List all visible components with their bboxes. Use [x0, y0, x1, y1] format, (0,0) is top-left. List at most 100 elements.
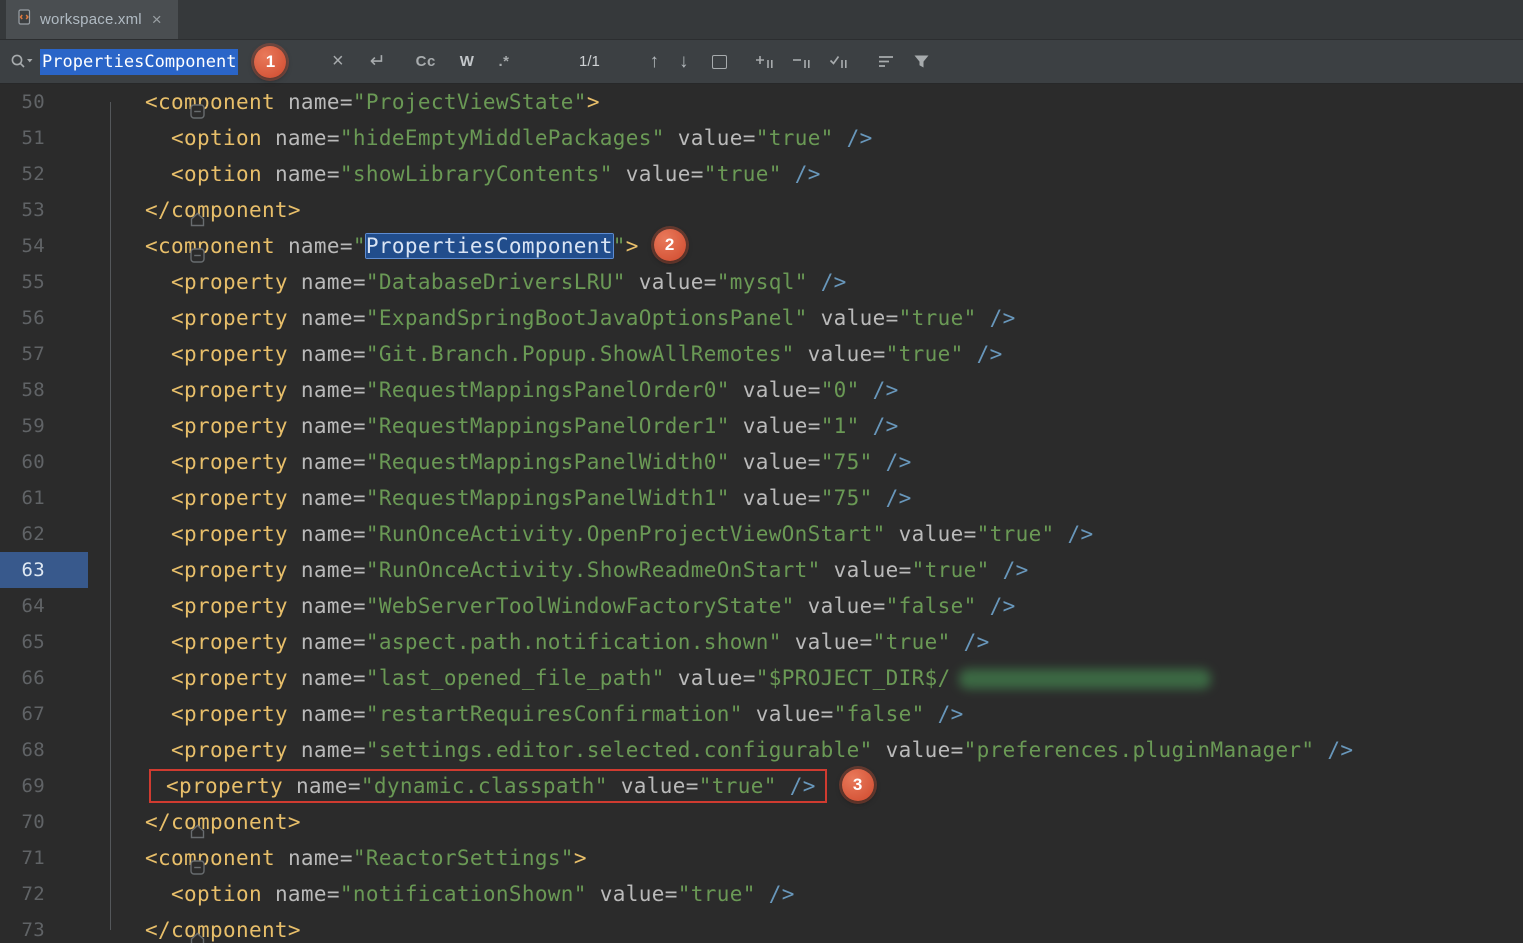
xml-equals: = [353, 486, 366, 510]
code-text: <property name="WebServerToolWindowFacto… [145, 588, 1523, 624]
line-number: 68 [0, 732, 88, 768]
xml-slash: /> [1003, 558, 1029, 582]
code-text: <component name="ReactorSettings"> [145, 840, 1523, 876]
remove-occurrence-icon[interactable] [792, 54, 811, 70]
open-results-icon[interactable] [712, 55, 727, 69]
xml-tag: <property [145, 414, 301, 438]
code-text: <property name="aspect.path.notification… [145, 624, 1523, 660]
xml-slash: /> [964, 630, 990, 654]
code-line: 66 <property name="last_opened_file_path… [0, 660, 1523, 696]
xml-attr-value: " [613, 234, 626, 258]
search-input[interactable]: PropertiesComponent 1 [40, 47, 322, 77]
xml-tag: </component> [145, 198, 301, 222]
xml-attr-value: "true" [977, 522, 1068, 546]
editor-tab-bar: workspace.xml × [0, 0, 1523, 40]
code-text: <property name="restartRequiresConfirmat… [145, 696, 1523, 732]
regex-toggle[interactable]: .* [498, 53, 509, 70]
code-line: 53 </component> [0, 192, 1523, 228]
code-text: <property name="Git.Branch.Popup.ShowAll… [145, 336, 1523, 372]
code-line: 70</component> [0, 804, 1523, 840]
xml-equals: = [808, 378, 821, 402]
fold-end-icon[interactable] [190, 202, 205, 217]
code-line: 62 <property name="RunOnceActivity.OpenP… [0, 516, 1523, 552]
xml-attr-name: value [743, 414, 808, 438]
line-number: 71 [0, 840, 88, 876]
code-line: 57 <property name="Git.Branch.Popup.Show… [0, 336, 1523, 372]
xml-equals: = [353, 414, 366, 438]
newline-icon[interactable]: ↵ [370, 50, 386, 73]
xml-attr-name: value [834, 558, 899, 582]
xml-tag: <property [145, 270, 301, 294]
whole-words-toggle[interactable]: W [460, 53, 475, 70]
fold-column [88, 480, 145, 516]
line-number: 69 [0, 768, 88, 804]
xml-attr-name: name [288, 90, 340, 114]
previous-occurrence-button[interactable]: ↑ [649, 51, 659, 73]
xml-attr-value: "mysql" [717, 270, 821, 294]
select-all-occurrences-icon[interactable] [829, 54, 848, 70]
xml-attr-name: name [301, 306, 353, 330]
filter-icon[interactable] [913, 54, 930, 69]
xml-tag: </component> [145, 810, 301, 834]
xml-equals: = [327, 162, 340, 186]
match-case-toggle[interactable]: Cc [416, 53, 436, 70]
add-occurrence-icon[interactable] [755, 54, 774, 70]
fold-start-icon[interactable] [190, 94, 205, 109]
xml-slash: /> [938, 702, 964, 726]
sort-lines-icon[interactable] [878, 54, 895, 69]
xml-equals: = [808, 450, 821, 474]
xml-equals: = [873, 342, 886, 366]
xml-attr-value: "true" [899, 306, 990, 330]
line-number: 53 [0, 192, 88, 228]
search-icon[interactable] [10, 53, 34, 70]
line-number: 50 [0, 84, 88, 120]
fold-end-icon[interactable] [190, 922, 205, 937]
xml-attr-value: "75" [821, 450, 886, 474]
fold-column [88, 876, 145, 912]
fold-end-icon[interactable] [190, 814, 205, 829]
xml-equals: = [353, 378, 366, 402]
code-line: 58 <property name="RequestMappingsPanelO… [0, 372, 1523, 408]
xml-equals: = [340, 234, 353, 258]
xml-attr-value: "RunOnceActivity.OpenProjectViewOnStart" [366, 522, 899, 546]
code-line: 72 <option name="notificationShown" valu… [0, 876, 1523, 912]
code-text: <property name="RunOnceActivity.ShowRead… [145, 552, 1523, 588]
fold-column [88, 768, 145, 804]
xml-tag: <property [145, 522, 301, 546]
clear-search-icon[interactable]: × [332, 50, 344, 73]
fold-column [88, 660, 145, 696]
next-occurrence-button[interactable]: ↓ [679, 51, 689, 73]
xml-tag: <property [145, 630, 301, 654]
xml-attr-name: value [808, 342, 873, 366]
fold-column [88, 120, 145, 156]
xml-file-icon [16, 9, 32, 30]
xml-equals: = [353, 270, 366, 294]
xml-attr-value: "false" [834, 702, 938, 726]
fold-column [88, 228, 145, 264]
xml-attr-value: "$PROJECT_DIR$/ [756, 666, 951, 690]
fold-column [88, 840, 145, 876]
xml-attr-value: "dynamic.classpath" [361, 774, 621, 798]
line-number: 51 [0, 120, 88, 156]
xml-attr-name: value [886, 738, 951, 762]
tab-close-icon[interactable]: × [150, 11, 164, 28]
xml-equals: = [964, 522, 977, 546]
xml-tag: <property [145, 594, 301, 618]
find-bar: PropertiesComponent 1 × ↵ Cc W .* 1/1 ↑ … [0, 40, 1523, 84]
xml-attr-value: "true" [912, 558, 1003, 582]
xml-attr-name: value [743, 486, 808, 510]
xml-attr-name: name [288, 234, 340, 258]
fold-start-icon[interactable] [190, 850, 205, 865]
code-line: 55 <property name="DatabaseDriversLRU" v… [0, 264, 1523, 300]
code-line: 67 <property name="restartRequiresConfir… [0, 696, 1523, 732]
tab-workspace-xml[interactable]: workspace.xml × [6, 0, 178, 39]
xml-attr-value: "RequestMappingsPanelWidth1" [366, 486, 743, 510]
annotation-highlight-box: <property name="dynamic.classpath" value… [149, 769, 827, 803]
fold-start-icon[interactable] [190, 238, 205, 253]
xml-tag: <component [145, 90, 288, 114]
xml-attr-value: "75" [821, 486, 886, 510]
xml-equals: = [327, 126, 340, 150]
fold-column [88, 912, 145, 943]
xml-attr-value: "ExpandSpringBootJavaOptionsPanel" [366, 306, 821, 330]
xml-tag: <component [145, 234, 288, 258]
